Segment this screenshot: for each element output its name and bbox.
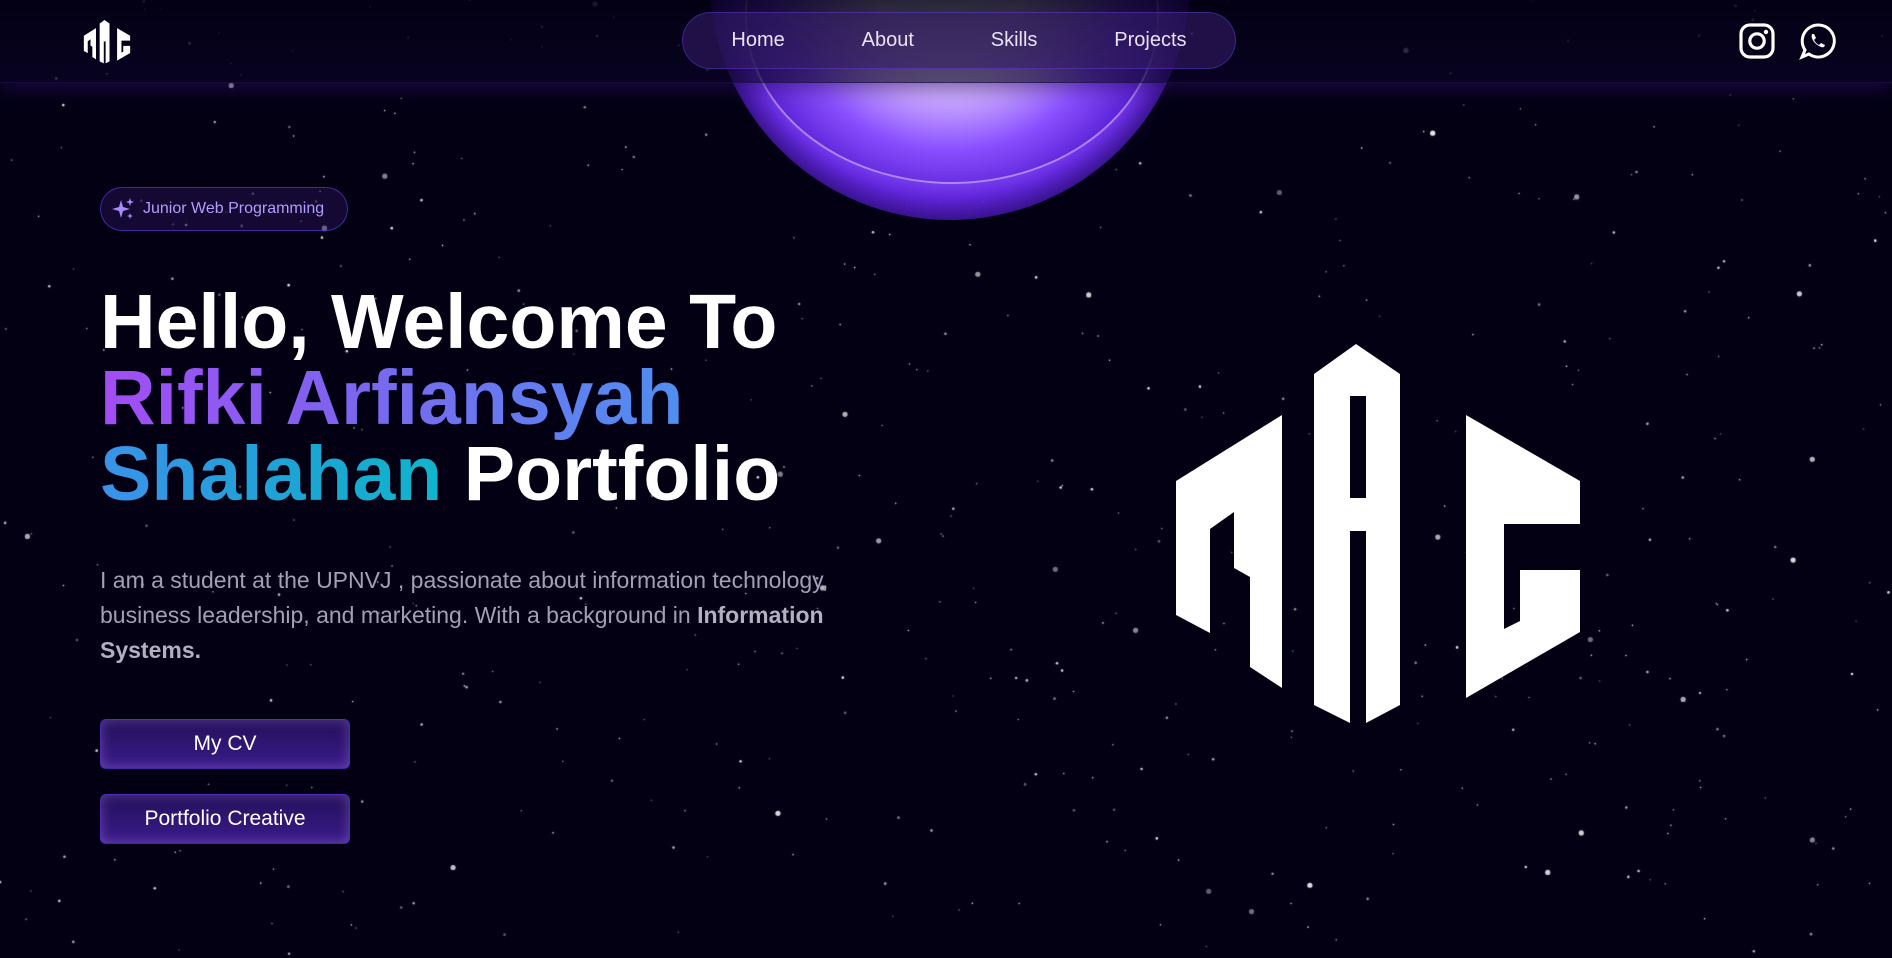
nav-link-home[interactable]: Home bbox=[731, 29, 784, 52]
role-badge: Junior Web Programming bbox=[100, 187, 348, 231]
portfolio-creative-button[interactable]: Portfolio Creative bbox=[100, 794, 350, 844]
headline-name-part-1: Rifki Arfiansyah bbox=[100, 355, 684, 441]
navbar: Home About Skills Projects bbox=[0, 0, 1892, 83]
headline-portfolio: Portfolio bbox=[463, 431, 781, 517]
logo-small[interactable] bbox=[82, 20, 132, 64]
headline-name-part-2: Shalahan bbox=[100, 431, 443, 517]
badge-label: Junior Web Programming bbox=[143, 200, 325, 217]
whatsapp-icon[interactable] bbox=[1799, 22, 1837, 60]
nav-link-projects[interactable]: Projects bbox=[1114, 29, 1186, 52]
instagram-icon[interactable] bbox=[1738, 22, 1776, 60]
ras-logo bbox=[1176, 344, 1580, 723]
nav-link-about[interactable]: About bbox=[862, 29, 914, 52]
hero-intro: I am a student at the UPNVJ , passionate… bbox=[100, 563, 860, 668]
headline-line-2: Rifki Arfiansyah bbox=[100, 360, 780, 437]
headline-line-1: Hello, Welcome To bbox=[100, 279, 778, 365]
hero-headline: Hello, Welcome To Rifki Arfiansyah Shala… bbox=[100, 279, 780, 513]
headline-line-3: Shalahan Portfolio bbox=[100, 436, 780, 513]
my-cv-button[interactable]: My CV bbox=[100, 719, 350, 769]
sparkles-icon bbox=[112, 198, 134, 219]
nav-menu: Home About Skills Projects bbox=[682, 12, 1236, 69]
nav-link-skills[interactable]: Skills bbox=[991, 29, 1038, 52]
